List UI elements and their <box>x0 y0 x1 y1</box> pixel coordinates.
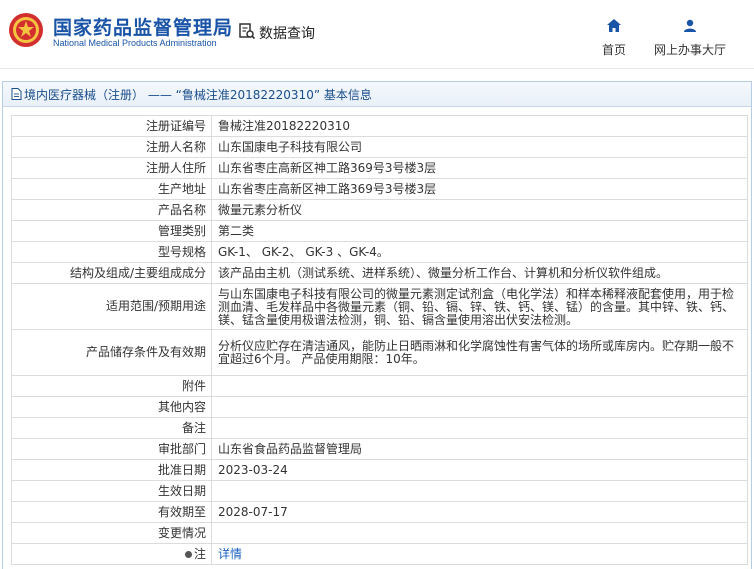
field-value: GK-1、 GK-2、 GK-3 、GK-4。 <box>211 241 748 263</box>
table-row: 注册证编号 鲁械注准20182220310 <box>11 115 748 137</box>
field-value: 微量元素分析仪 <box>211 199 748 221</box>
details-link[interactable]: 详情 <box>218 547 242 561</box>
field-label: 产品名称 <box>11 199 212 221</box>
table-row: 备注 <box>11 417 748 439</box>
table-row: 注册人住所 山东省枣庄高新区神工路369号3号楼3层 <box>11 157 748 179</box>
field-label: 变更情况 <box>11 522 212 544</box>
field-value: 山东省枣庄高新区神工路369号3号楼3层 <box>211 178 748 200</box>
field-label: 注 <box>193 546 206 561</box>
field-label: 注册人住所 <box>11 157 212 179</box>
table-row: 结构及组成/主要组成成分 该产品由主机（测试系统、进样系统）、微量分析工作台、计… <box>11 262 748 284</box>
user-icon <box>683 17 697 36</box>
field-value: 分析仪应贮存在清洁通风，能防止日晒雨淋和化学腐蚀性有害气体的场所或库房内。贮存期… <box>211 329 748 376</box>
field-label: 附件 <box>11 375 212 397</box>
nav-online-hall[interactable]: 网上办事大厅 <box>653 17 727 58</box>
table-row: 批准日期 2023-03-24 <box>11 459 748 481</box>
field-label: 生产地址 <box>11 178 212 200</box>
field-value <box>211 375 748 397</box>
nav-home-label: 首页 <box>601 43 626 57</box>
field-value: 该产品由主机（测试系统、进样系统）、微量分析工作台、计算机和分析仪软件组成。 <box>211 262 748 284</box>
table-row: 产品名称 微量元素分析仪 <box>11 199 748 221</box>
panel-title: 境内医疗器械（注册） —— “鲁械注准20182220310” 基本信息 <box>24 87 372 102</box>
table-row: 附件 <box>11 375 748 397</box>
field-label: 有效期至 <box>11 501 212 523</box>
field-value: 鲁械注准20182220310 <box>211 115 748 137</box>
header-divider <box>0 68 754 69</box>
note-label-cell: 注 <box>11 543 212 565</box>
field-label: 型号规格 <box>11 241 212 263</box>
field-value: 山东省食品药品监督管理局 <box>211 438 748 460</box>
field-label: 结构及组成/主要组成成分 <box>11 262 212 284</box>
field-value: 与山东国康电子科技有限公司的微量元素测定试剂盒（电化学法）和样本稀释液配套使用，… <box>211 283 748 330</box>
field-value: 2028-07-17 <box>211 501 748 523</box>
field-value <box>211 417 748 439</box>
table-row: 其他内容 <box>11 396 748 418</box>
document-icon <box>11 88 22 100</box>
brand-title[interactable]: 国家药品监督管理局 <box>53 13 233 40</box>
field-label: 其他内容 <box>11 396 212 418</box>
table-row: 有效期至 2028-07-17 <box>11 501 748 523</box>
data-query-icon <box>238 22 256 44</box>
table-row: 注 详情 <box>11 543 748 565</box>
nav-online-hall-label: 网上办事大厅 <box>653 43 726 57</box>
nav-home[interactable]: 首页 <box>601 17 627 58</box>
table-row: 管理类别 第二类 <box>11 220 748 242</box>
field-value <box>211 396 748 418</box>
field-value: 山东省枣庄高新区神工路369号3号楼3层 <box>211 157 748 179</box>
home-icon <box>607 17 621 36</box>
table-row: 生效日期 <box>11 480 748 502</box>
field-value: 第二类 <box>211 220 748 242</box>
field-label: 适用范围/预期用途 <box>11 283 212 330</box>
table-row: 变更情况 <box>11 522 748 544</box>
field-value: 山东国康电子科技有限公司 <box>211 136 748 158</box>
table-row: 适用范围/预期用途 与山东国康电子科技有限公司的微量元素测定试剂盒（电化学法）和… <box>11 283 748 330</box>
pin-icon <box>184 550 192 558</box>
device-info-table: 注册证编号 鲁械注准20182220310 注册人名称 山东国康电子科技有限公司… <box>11 115 748 565</box>
field-label: 生效日期 <box>11 480 212 502</box>
table-row: 生产地址 山东省枣庄高新区神工路369号3号楼3层 <box>11 178 748 200</box>
table-row: 审批部门 山东省食品药品监督管理局 <box>11 438 748 460</box>
field-value: 2023-03-24 <box>211 459 748 481</box>
table-row: 注册人名称 山东国康电子科技有限公司 <box>11 136 748 158</box>
data-query-link[interactable]: 数据查询 <box>238 22 315 44</box>
field-label: 审批部门 <box>11 438 212 460</box>
field-value <box>211 522 748 544</box>
field-label: 管理类别 <box>11 220 212 242</box>
table-row: 产品储存条件及有效期 分析仪应贮存在清洁通风，能防止日晒雨淋和化学腐蚀性有害气体… <box>11 329 748 376</box>
device-info-panel: 境内医疗器械（注册） —— “鲁械注准20182220310” 基本信息 注册证… <box>2 81 752 569</box>
field-label: 批准日期 <box>11 459 212 481</box>
details-cell: 详情 <box>211 543 748 565</box>
panel-header: 境内医疗器械（注册） —— “鲁械注准20182220310” 基本信息 <box>3 82 751 107</box>
site-header: 国家药品监督管理局 National Medical Products Admi… <box>0 0 754 68</box>
nmpa-emblem-icon[interactable] <box>8 12 44 48</box>
field-label: 注册证编号 <box>11 115 212 137</box>
field-label: 注册人名称 <box>11 136 212 158</box>
field-label: 产品储存条件及有效期 <box>11 329 212 376</box>
data-query-label: 数据查询 <box>259 26 315 42</box>
field-value <box>211 480 748 502</box>
brand-subtitle: National Medical Products Administration <box>53 38 217 48</box>
table-row: 型号规格 GK-1、 GK-2、 GK-3 、GK-4。 <box>11 241 748 263</box>
field-label: 备注 <box>11 417 212 439</box>
